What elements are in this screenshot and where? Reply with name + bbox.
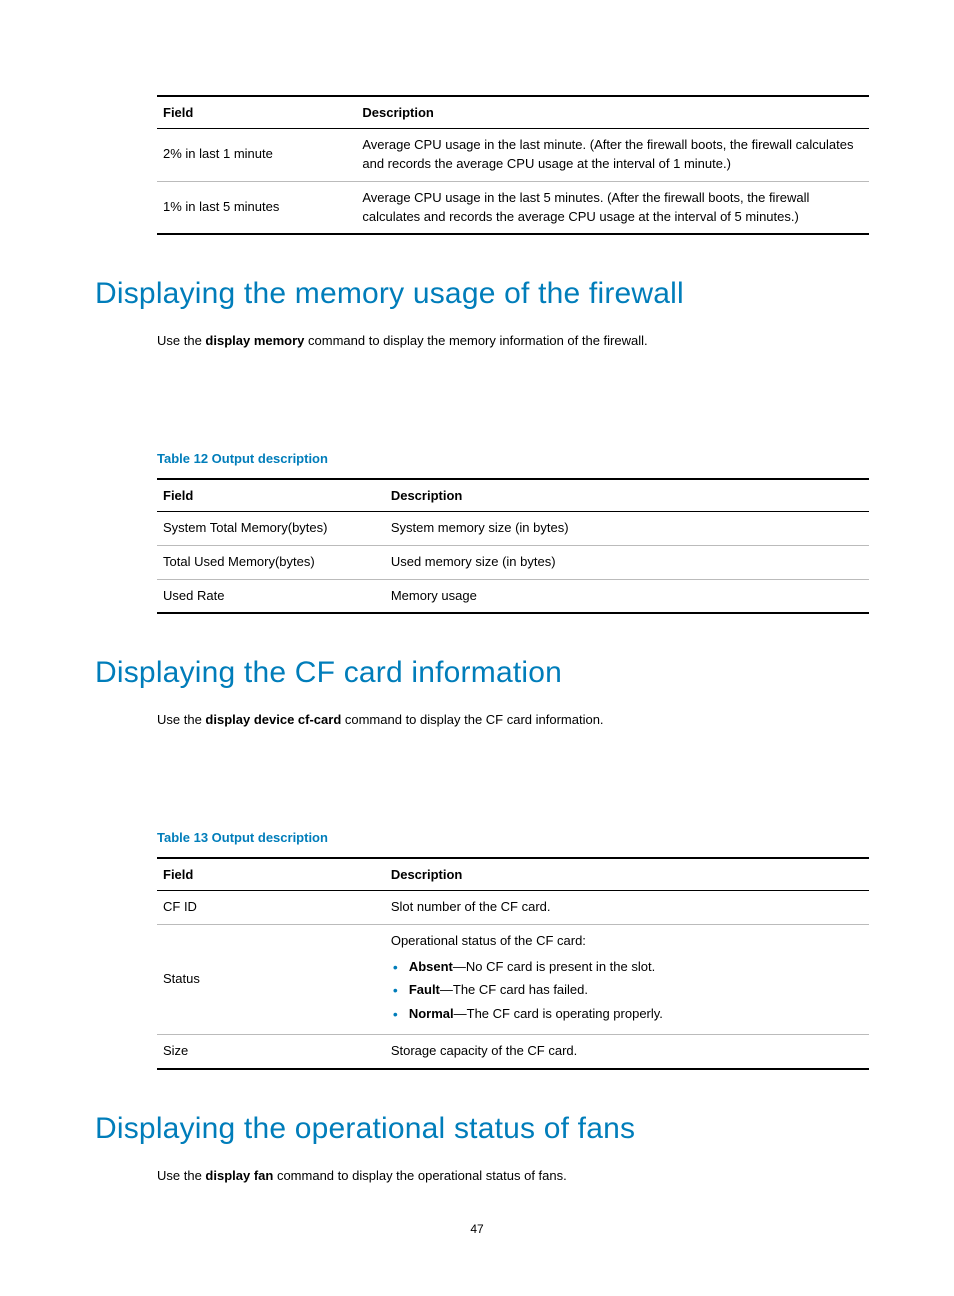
cell-field: 1% in last 5 minutes xyxy=(157,181,356,234)
cell-desc: System memory size (in bytes) xyxy=(385,511,869,545)
caption-table12: Table 12 Output description xyxy=(157,451,859,466)
cell-field: System Total Memory(bytes) xyxy=(157,511,385,545)
table-row: System Total Memory(bytes) System memory… xyxy=(157,511,869,545)
intro-fan: Use the display fan command to display t… xyxy=(157,1166,859,1186)
cell-desc: Average CPU usage in the last minute. (A… xyxy=(356,129,869,182)
table-row: Total Used Memory(bytes) Used memory siz… xyxy=(157,545,869,579)
table-cpu-usage: Field Description 2% in last 1 minute Av… xyxy=(157,95,869,235)
cell-desc: Average CPU usage in the last 5 minutes.… xyxy=(356,181,869,234)
cell-desc: Storage capacity of the CF card. xyxy=(385,1035,869,1069)
caption-table13: Table 13 Output description xyxy=(157,830,859,845)
page-number: 47 xyxy=(0,1222,954,1236)
list-item: Normal—The CF card is operating properly… xyxy=(391,1004,863,1024)
cell-field: Total Used Memory(bytes) xyxy=(157,545,385,579)
table-row: 2% in last 1 minute Average CPU usage in… xyxy=(157,129,869,182)
th-description: Description xyxy=(356,96,869,129)
table-row: Size Storage capacity of the CF card. xyxy=(157,1035,869,1069)
table-row: CF ID Slot number of the CF card. xyxy=(157,890,869,924)
table-memory-output: Field Description System Total Memory(by… xyxy=(157,478,869,615)
th-description: Description xyxy=(385,479,869,512)
th-field: Field xyxy=(157,858,385,891)
cell-field: CF ID xyxy=(157,890,385,924)
cell-field: Size xyxy=(157,1035,385,1069)
th-field: Field xyxy=(157,479,385,512)
cell-desc: Memory usage xyxy=(385,579,869,613)
status-list: Absent—No CF card is present in the slot… xyxy=(391,957,863,1024)
table-cf-output: Field Description CF ID Slot number of t… xyxy=(157,857,869,1070)
cell-desc: Used memory size (in bytes) xyxy=(385,545,869,579)
page-content: Field Description 2% in last 1 minute Av… xyxy=(95,95,859,1185)
cell-field: 2% in last 1 minute xyxy=(157,129,356,182)
list-item: Absent—No CF card is present in the slot… xyxy=(391,957,863,977)
cell-field: Status xyxy=(157,924,385,1034)
cell-field: Used Rate xyxy=(157,579,385,613)
table-row: Status Operational status of the CF card… xyxy=(157,924,869,1034)
cell-desc: Slot number of the CF card. xyxy=(385,890,869,924)
list-item: Fault—The CF card has failed. xyxy=(391,980,863,1000)
table-row: Used Rate Memory usage xyxy=(157,579,869,613)
th-field: Field xyxy=(157,96,356,129)
table-row: 1% in last 5 minutes Average CPU usage i… xyxy=(157,181,869,234)
cell-desc: Operational status of the CF card: Absen… xyxy=(385,924,869,1034)
intro-memory: Use the display memory command to displa… xyxy=(157,331,859,351)
intro-cf: Use the display device cf-card command t… xyxy=(157,710,859,730)
heading-fan: Displaying the operational status of fan… xyxy=(95,1112,859,1146)
heading-memory: Displaying the memory usage of the firew… xyxy=(95,277,859,311)
th-description: Description xyxy=(385,858,869,891)
heading-cf: Displaying the CF card information xyxy=(95,656,859,690)
